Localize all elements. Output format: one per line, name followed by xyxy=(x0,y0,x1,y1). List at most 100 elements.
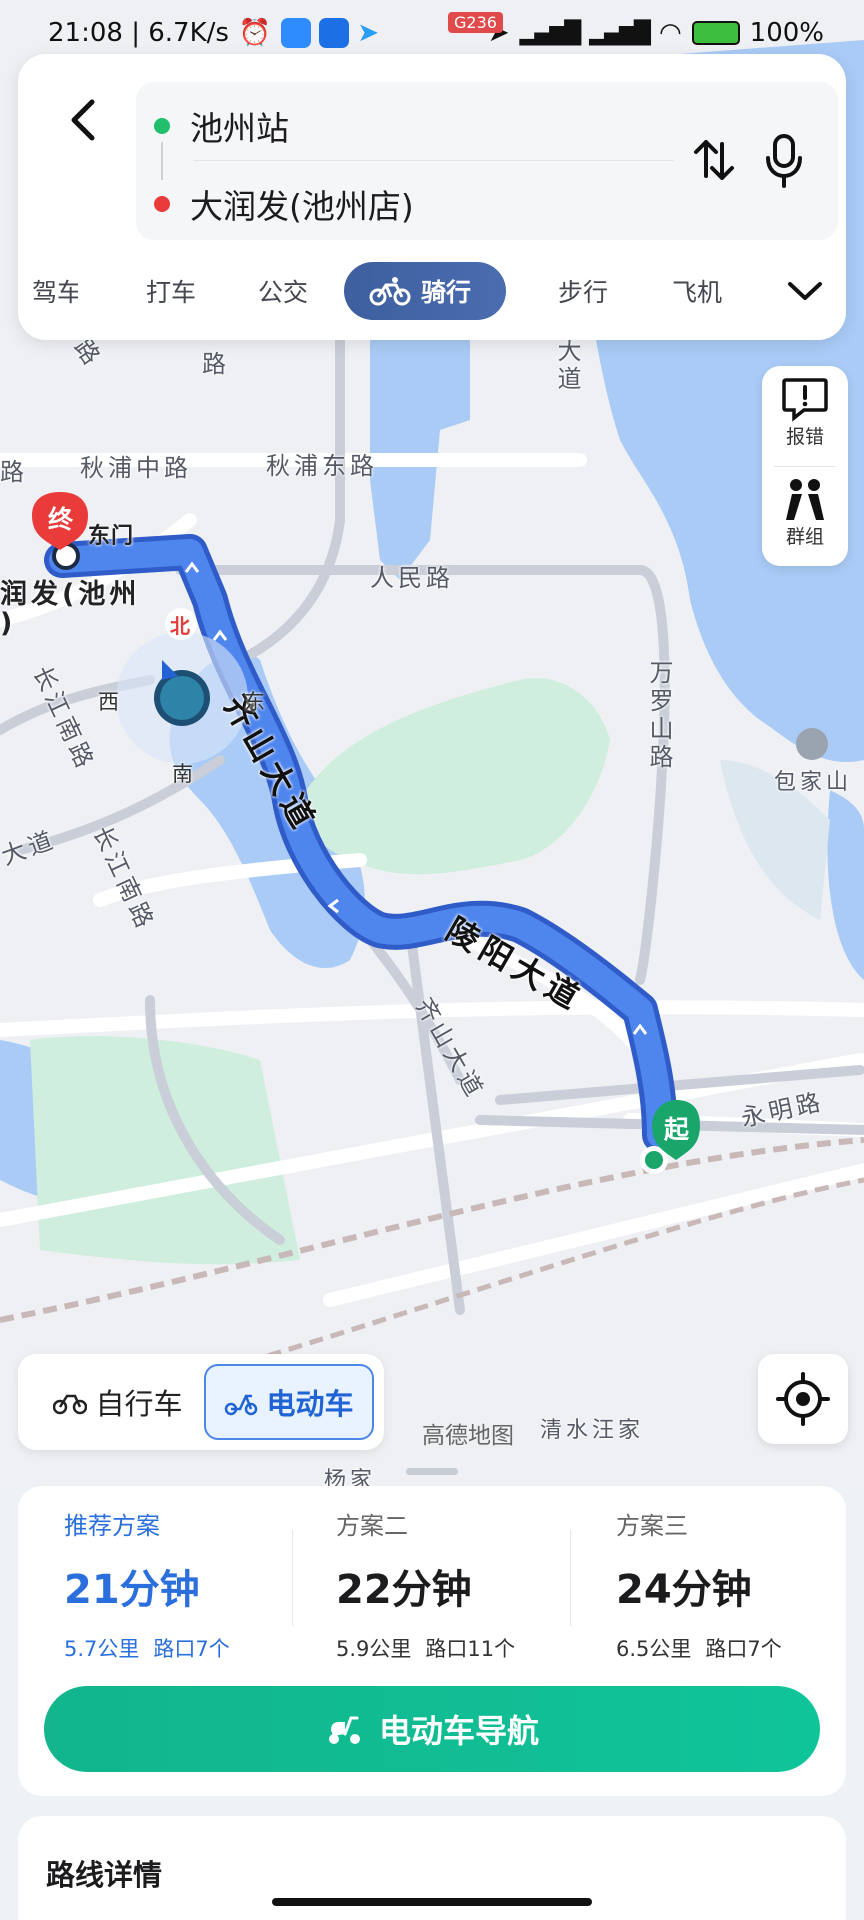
tab-walk[interactable]: 步行 xyxy=(538,262,628,320)
plan-distance: 5.9公里 xyxy=(336,1637,412,1661)
destination-dot-icon xyxy=(154,196,170,212)
report-error-button[interactable]: 报错 xyxy=(762,376,848,449)
group-people-icon xyxy=(786,479,824,520)
locate-crosshair-icon xyxy=(776,1372,830,1426)
plan-meta: 5.9公里 路口11个 xyxy=(336,1633,596,1663)
scooter-icon xyxy=(328,1716,360,1744)
bike-option[interactable]: 自行车 xyxy=(38,1364,198,1440)
start-ebike-navigation-button[interactable]: 电动车导航 xyxy=(44,1686,820,1772)
compass-east: 东 xyxy=(244,690,265,714)
travel-mode-tabs: 驾车 打车 公交 骑行 步行 飞机 xyxy=(18,262,846,322)
road-label-wanluoshan: 万罗山路 xyxy=(645,660,673,772)
destination-field[interactable]: 大润发(池州店) xyxy=(154,180,414,228)
nav-button-label: 电动车导航 xyxy=(378,1712,539,1750)
signal-icon: ▂▄▆█ xyxy=(519,20,582,46)
tab-taxi[interactable]: 打车 xyxy=(126,262,216,320)
plan-divider xyxy=(292,1530,293,1626)
route-plans-card: 推荐方案 21分钟 5.7公里 路口7个 方案二 22分钟 5.9公里 路口11个 … xyxy=(18,1486,846,1796)
tab-cycling-label: 骑行 xyxy=(420,278,471,307)
origin-field[interactable]: 池州站 xyxy=(154,102,289,150)
road-badge: G236 xyxy=(448,12,503,33)
voice-input-button[interactable] xyxy=(756,130,812,190)
road-label-lu-left: 路 xyxy=(0,458,28,486)
plan-recommended[interactable]: 推荐方案 21分钟 5.7公里 路口7个 xyxy=(64,1506,324,1663)
plan-distance: 6.5公里 xyxy=(616,1637,692,1661)
more-modes-button[interactable] xyxy=(782,268,828,314)
group-label: 群组 xyxy=(785,526,824,548)
back-arrow-icon xyxy=(71,99,95,141)
tab-drive[interactable]: 驾车 xyxy=(18,262,78,320)
plan-label: 推荐方案 xyxy=(64,1512,160,1540)
ebike-option[interactable]: 电动车 xyxy=(204,1364,374,1440)
tab-flight[interactable]: 飞机 xyxy=(652,262,742,320)
scooter-icon xyxy=(225,1394,258,1416)
alarm-icon: ⏰ xyxy=(238,18,272,48)
route-search-card: 池州站 大润发(池州店) 驾车 打车 公交 骑行 步行 飞机 xyxy=(18,54,846,340)
road-label-lu-top: 路 xyxy=(202,350,230,378)
tool-separator xyxy=(774,466,836,467)
plan-three[interactable]: 方案三 24分钟 6.5公里 路口7个 xyxy=(616,1506,864,1663)
map-watermark: 高德地图 xyxy=(422,1423,514,1449)
app-n-icon xyxy=(319,18,350,48)
od-connector xyxy=(161,142,163,180)
road-label-qiupu-dong: 秋浦东路 xyxy=(266,452,378,480)
plan-distance: 5.7公里 xyxy=(64,1637,140,1661)
poi-label-qingshuiwang: 清水汪家 xyxy=(540,1418,645,1443)
status-bar: 21:08 | 6.7K/s ⏰ ➤ G236 ➤ ▂▄▆█ ▂▄▆█ ◠ 10… xyxy=(0,0,864,66)
swap-arrows-icon xyxy=(694,140,734,180)
compass-north: 北 xyxy=(170,614,190,638)
od-divider xyxy=(194,160,674,161)
microphone-icon xyxy=(766,134,802,188)
plan-label: 方案三 xyxy=(616,1512,688,1540)
route-plans-sheet: 推荐方案 21分钟 5.7公里 路口7个 方案二 22分钟 5.9公里 路口11个 … xyxy=(0,1486,864,1920)
tab-cycling[interactable]: 骑行 xyxy=(344,262,506,320)
map-tools-card: 报错 群组 xyxy=(762,366,848,566)
swap-button[interactable] xyxy=(686,132,742,188)
plan-time: 24分钟 xyxy=(616,1567,752,1613)
start-marker-label[interactable]: 起 xyxy=(664,1110,689,1146)
end-marker-label[interactable]: 终 xyxy=(48,500,73,536)
status-time-speed: 21:08 | 6.7K/s xyxy=(48,18,229,48)
plan-divider xyxy=(570,1530,571,1626)
telegram-icon: ➤ xyxy=(357,18,380,48)
ebike-option-label: 电动车 xyxy=(266,1387,354,1421)
vehicle-type-toggle: 自行车 电动车 xyxy=(18,1354,384,1450)
road-label-renmin: 人民路 xyxy=(370,564,454,592)
tab-transit[interactable]: 公交 xyxy=(238,262,328,320)
battery-icon xyxy=(691,21,740,45)
bike-option-label: 自行车 xyxy=(95,1387,183,1421)
report-icon xyxy=(782,378,828,422)
bicycle-icon xyxy=(53,1394,88,1415)
origin-text: 池州站 xyxy=(190,109,289,148)
app-notification-icon xyxy=(281,18,312,48)
compass-south: 南 xyxy=(172,762,193,786)
chevron-down-icon xyxy=(788,282,822,300)
road-label-qiupu-zhong: 秋浦中路 xyxy=(80,454,192,482)
report-label: 报错 xyxy=(785,426,824,448)
plan-meta: 6.5公里 路口7个 xyxy=(616,1633,864,1663)
origin-dot-icon xyxy=(154,118,170,134)
compass-west: 西 xyxy=(98,690,119,714)
bicycle-icon xyxy=(369,277,411,306)
plan-label: 方案二 xyxy=(336,1512,408,1540)
road-label-dadao-top: 大道 xyxy=(553,338,581,394)
sheet-drag-handle[interactable] xyxy=(406,1468,458,1475)
destination-name-label: 润发(池州 xyxy=(0,579,141,610)
locate-me-button[interactable] xyxy=(758,1354,848,1444)
route-detail-title: 路线详情 xyxy=(46,1858,163,1892)
destination-text: 大润发(池州店) xyxy=(190,187,414,226)
home-indicator[interactable] xyxy=(272,1898,592,1906)
tab-drive-label: 驾车 xyxy=(31,278,78,307)
back-button[interactable] xyxy=(54,90,114,150)
battery-percent: 100% xyxy=(749,18,824,48)
plan-two[interactable]: 方案二 22分钟 5.9公里 路口11个 xyxy=(336,1506,596,1663)
wifi-icon: ◠ xyxy=(658,18,682,48)
plan-crossings: 路口7个 xyxy=(705,1637,782,1661)
group-button[interactable]: 群组 xyxy=(762,476,848,549)
plan-crossings: 路口11个 xyxy=(425,1637,516,1661)
plan-time: 22分钟 xyxy=(336,1567,472,1613)
plan-time: 21分钟 xyxy=(64,1567,200,1613)
signal-2-icon: ▂▄▆█ xyxy=(589,20,651,46)
plan-crossings: 路口7个 xyxy=(153,1637,230,1661)
origin-destination-box: 池州站 大润发(池州店) xyxy=(136,82,838,240)
